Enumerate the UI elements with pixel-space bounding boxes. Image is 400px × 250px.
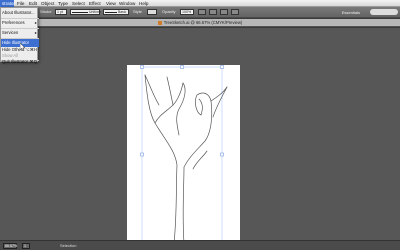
submenu-arrow-icon: ▸ [34,30,37,35]
menu-window[interactable]: Window [119,0,135,7]
graphic-style-swatch[interactable] [147,9,157,15]
document-tab[interactable]: TreeSketch.ai @ 66.67% (CMYK/Preview) [0,19,400,27]
stroke-weight-field[interactable]: 1 pt [55,9,67,15]
menu-preferences-label: Preferences [2,20,25,25]
uniform-label: Uniform [89,10,101,14]
document-title-row: TreeSketch.ai @ 66.67% (CMYK/Preview) [0,19,400,27]
menu-help[interactable]: Help [139,0,148,7]
menu-services-label: Services [2,30,19,35]
document-title: TreeSketch.ai @ 66.67% (CMYK/Preview) [163,20,243,25]
arrange-icon[interactable] [220,9,228,15]
canvas-area[interactable] [0,28,400,248]
workspace-switcher[interactable]: Essentials [342,8,360,17]
brush-label: Basic [118,10,127,14]
selection-bounding-box [141,66,223,243]
menu-effect[interactable]: Effect [89,0,101,7]
menu-about-illustrator[interactable]: About Illustrator... [1,9,39,17]
menu-app[interactable]: strator [0,0,15,7]
brush-definition[interactable]: Basic [103,9,129,15]
profile-line [72,11,88,13]
opacity-field[interactable]: 100% [180,9,194,15]
menu-bar: strator File Edit Object Type Select Eff… [0,0,400,7]
current-tool-label: Selection [60,243,77,248]
align-icon[interactable] [198,9,206,15]
menu-services[interactable]: Services ▸ [1,29,39,37]
brush-line [105,11,117,13]
zoom-field[interactable]: 66.67% [3,243,17,249]
opacity-label: Opacity [162,9,176,14]
menu-quit-illustrator[interactable]: Quit Illustrator ⌘Q [1,59,39,64]
illustrator-window: strator File Edit Object Type Select Eff… [0,0,400,250]
transform-icon[interactable] [209,9,217,15]
tree-sketch-paths [144,74,228,244]
stroke-label: Stroke [40,9,52,14]
menu-quit-shortcut: ⌘Q [29,59,37,64]
isolate-icon[interactable] [231,9,239,15]
artboard-number-field[interactable]: 1 [22,243,30,249]
control-panel: Stroke 1 pt Uniform Basic Style Opacity … [0,7,400,18]
app-menu-dropdown: About Illustrator... Preferences ▸ Servi… [0,7,39,64]
menu-edit[interactable]: Edit [29,0,37,7]
menu-type[interactable]: Type [58,0,68,7]
submenu-arrow-icon: ▸ [34,20,37,25]
ai-document-icon [157,20,162,25]
menu-quit-label: Quit Illustrator [2,59,29,64]
menu-show-all-label: Show All [2,53,19,58]
menu-select[interactable]: Select [72,0,85,7]
search-input[interactable] [370,9,398,15]
menu-object[interactable]: Object [41,0,54,7]
style-label: Style [133,9,142,14]
variable-width-profile[interactable]: Uniform [70,9,101,15]
menu-preferences[interactable]: Preferences ▸ [1,19,39,27]
menu-about-label: About Illustrator... [2,10,35,15]
status-bar: 66.67% 1 Selection [0,240,400,250]
artboard[interactable] [127,65,240,248]
menu-file[interactable]: File [17,0,24,7]
mouse-cursor-icon [20,43,26,51]
menu-view[interactable]: View [106,0,116,7]
tree-drawing[interactable] [127,65,240,248]
